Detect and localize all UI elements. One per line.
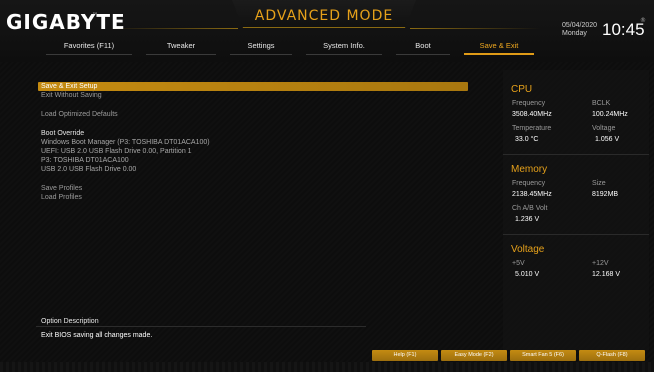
mode-title: ADVANCED MODE	[254, 8, 394, 24]
tab-system-info[interactable]: System Info.	[300, 40, 388, 58]
voltage-12v-value: 12.168 V	[592, 271, 621, 278]
boot-override-item[interactable]: UEFI: USB 2.0 USB Flash Drive 0.00, Part…	[38, 147, 468, 156]
cpu-section-title: CPU	[511, 84, 533, 95]
option-description-box: Option Description Exit BIOS saving all …	[36, 316, 366, 344]
memory-section-title: Memory	[511, 164, 548, 175]
memory-size-label: Size	[592, 180, 606, 187]
header-accent-line-left	[110, 28, 238, 29]
date-value: 05/04/2020	[562, 22, 598, 29]
tab-boot[interactable]: Boot	[390, 40, 456, 58]
tab-tweaker[interactable]: Tweaker	[140, 40, 222, 58]
cpu-temperature-label: Temperature	[512, 125, 552, 132]
menu-save-exit-setup[interactable]: Save & Exit Setup	[38, 82, 468, 91]
easy-mode-button[interactable]: Easy Mode (F2)	[441, 350, 507, 361]
memory-frequency-label: Frequency	[512, 180, 546, 187]
voltage-5v-label: +5V	[512, 260, 525, 267]
voltage-12v-label: +12V	[592, 260, 609, 267]
memory-chab-volt-value: 1.236 V	[515, 216, 540, 223]
option-description-title: Option Description	[41, 318, 99, 325]
menu-load-profiles[interactable]: Load Profiles	[38, 193, 468, 202]
cpu-bclk-value: 100.24MHz	[592, 111, 628, 118]
panel-divider	[503, 154, 649, 155]
boot-override-heading: Boot Override	[41, 130, 85, 137]
memory-size-value: 8192MB	[592, 191, 619, 198]
memory-chab-volt-label: Ch A/B Volt	[512, 205, 548, 212]
footer-bar	[0, 362, 654, 372]
cpu-frequency-value: 3508.40MHz	[512, 111, 552, 118]
panel-divider	[503, 234, 649, 235]
cpu-voltage-value: 1.056 V	[595, 136, 620, 143]
tab-bar: Favorites (F11) Tweaker Settings System …	[40, 40, 540, 58]
voltage-section-title: Voltage	[511, 244, 545, 255]
cpu-voltage-label: Voltage	[592, 125, 616, 132]
description-divider	[36, 326, 366, 327]
gigabyte-logo: GIGABYTE	[6, 10, 126, 34]
boot-override-item[interactable]: P3: TOSHIBA DT01ACA100	[38, 156, 468, 165]
boot-override-item[interactable]: Windows Boot Manager (P3: TOSHIBA DT01AC…	[38, 138, 468, 147]
bios-screen: GIGABYTE ™ ADVANCED MODE 05/04/2020 Mond…	[0, 0, 654, 372]
tab-favorites[interactable]: Favorites (F11)	[40, 40, 138, 58]
option-description-text: Exit BIOS saving all changes made.	[41, 332, 153, 339]
menu-load-optimized-defaults[interactable]: Load Optimized Defaults	[38, 110, 468, 119]
boot-override-item[interactable]: USB 2.0 USB Flash Drive 0.00	[38, 165, 468, 174]
qflash-button[interactable]: Q-Flash (F8)	[579, 350, 645, 361]
clock: 10:45	[602, 20, 645, 39]
memory-frequency-value: 2138.45MHz	[512, 191, 552, 198]
header-accent-line-right	[410, 28, 540, 29]
tab-save-exit[interactable]: Save & Exit	[458, 40, 540, 58]
save-exit-menu: Save & Exit Setup Exit Without Saving Lo…	[38, 82, 468, 302]
hardware-monitor-panel: CPU Frequency BCLK 3508.40MHz 100.24MHz …	[503, 70, 649, 350]
cpu-temperature-value: 33.0 °C	[515, 136, 539, 143]
registered-mark: ®	[640, 17, 646, 24]
date-display: 05/04/2020 Monday	[562, 22, 597, 38]
day-value: Monday	[562, 30, 587, 37]
tab-settings[interactable]: Settings	[224, 40, 298, 58]
voltage-5v-value: 5.010 V	[515, 271, 540, 278]
smart-fan-button[interactable]: Smart Fan 5 (F6)	[510, 350, 576, 361]
trademark-mark: ™	[92, 12, 98, 19]
menu-save-profiles[interactable]: Save Profiles	[38, 184, 468, 193]
cpu-frequency-label: Frequency	[512, 100, 546, 107]
help-button[interactable]: Help (F1)	[372, 350, 438, 361]
menu-exit-without-saving[interactable]: Exit Without Saving	[38, 91, 468, 100]
cpu-bclk-label: BCLK	[592, 100, 611, 107]
